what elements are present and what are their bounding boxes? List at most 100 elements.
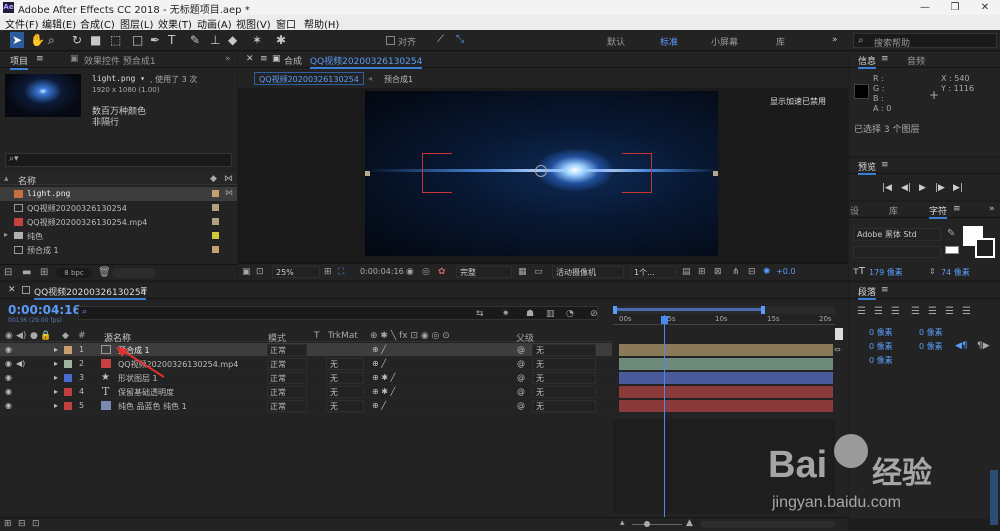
list-item[interactable]: QQ视频20200326130254.mp4	[0, 215, 237, 229]
layer-switches[interactable]: ⊕ ╱	[372, 401, 386, 410]
tab-info[interactable]: 信息	[858, 54, 877, 69]
table-row[interactable]: ◉ ▸ 1 预合成 1 正常 ⊕ ╱ @ 无	[0, 343, 612, 357]
video-switch-icon[interactable]: ◉	[5, 331, 13, 341]
rtl-direction-icon[interactable]: ¶▶	[977, 341, 990, 351]
panel-menu-icon[interactable]: ≡	[36, 54, 44, 64]
layer-handle-left[interactable]	[365, 171, 370, 176]
trkmat-dropdown[interactable]: 无	[326, 400, 364, 412]
layer-duration-bar[interactable]	[619, 372, 833, 384]
composition-canvas[interactable]	[365, 91, 718, 256]
tab-character[interactable]: 字符	[929, 204, 948, 219]
help-search-placeholder[interactable]: 搜索帮助	[874, 36, 910, 49]
expand-arrow-icon[interactable]: ▸	[54, 401, 58, 410]
parent-pickwhip-icon[interactable]: @	[517, 359, 525, 368]
blend-mode-dropdown[interactable]: 正常	[267, 400, 307, 412]
time-navigator[interactable]	[613, 306, 835, 314]
layer-switches[interactable]: ⊕ ╱	[372, 345, 386, 354]
layer-name[interactable]: 纯色 品蓝色 纯色 1	[118, 401, 187, 412]
justify-left-icon[interactable]: ☰	[911, 306, 920, 317]
justify-all-icon[interactable]: ☰	[962, 306, 971, 317]
play-button[interactable]: ▶	[919, 183, 926, 193]
menu-window[interactable]: 窗口	[276, 16, 296, 31]
parent-pickwhip-icon[interactable]: @	[517, 401, 525, 410]
sort-icon[interactable]: ▴	[4, 174, 9, 184]
trkmat-dropdown[interactable]: 无	[326, 358, 364, 370]
layer-name[interactable]: 保留基础透明度	[118, 387, 174, 398]
close-button[interactable]: ✕	[970, 0, 1000, 15]
stroke-color-swatch[interactable]	[975, 238, 995, 258]
type-column-icon[interactable]: ⋈	[224, 174, 233, 184]
trkmat-dropdown[interactable]: 无	[326, 372, 364, 384]
time-ruler[interactable]: 00s 05s 10s 15s 20s	[613, 315, 835, 325]
views-dropdown[interactable]: 1个...	[630, 266, 676, 278]
graph-editor-icon[interactable]: ⊘	[590, 309, 598, 319]
ltr-direction-icon[interactable]: ◀¶	[955, 341, 968, 351]
work-area-end-handle[interactable]	[761, 306, 765, 314]
draft-3d-icon[interactable]: ✷	[502, 309, 510, 319]
menu-animation[interactable]: 动画(A)	[197, 16, 232, 31]
comp-marker-icon[interactable]	[835, 328, 843, 340]
eraser-tool-icon[interactable]: ◆	[228, 33, 237, 47]
blend-mode-dropdown[interactable]: 正常	[267, 386, 307, 398]
monitor-icon[interactable]: ⊡	[256, 267, 264, 277]
align-left-icon[interactable]: ☰	[857, 306, 866, 317]
font-family-dropdown[interactable]: Adobe 黑体 Std	[853, 228, 941, 241]
menu-composition[interactable]: 合成(C)	[80, 16, 115, 31]
next-frame-button[interactable]: |▶	[935, 183, 945, 193]
column-name[interactable]: 名称	[18, 174, 36, 187]
workspace-more-icon[interactable]: »	[832, 35, 838, 45]
zoom-in-icon[interactable]: ▲	[686, 518, 693, 528]
tab-audio[interactable]: 音频	[907, 54, 925, 67]
viewer-timecode[interactable]: 0:00:04:16	[360, 267, 404, 276]
resolution-icon[interactable]: ⊞	[324, 267, 332, 277]
visibility-eye-icon[interactable]: ◉	[5, 373, 12, 382]
parent-dropdown[interactable]: 无	[532, 372, 596, 384]
pen-tool-icon[interactable]: ✒	[150, 33, 160, 47]
layer-switches[interactable]: ⊕ ✱ ╱	[372, 373, 395, 382]
visibility-eye-icon[interactable]: ◉	[5, 401, 12, 410]
hand-tool-icon[interactable]: ✋	[30, 33, 45, 47]
help-search-box[interactable]: ⌕ 搜索帮助	[853, 33, 997, 49]
reset-exposure-icon[interactable]: ⊟	[748, 267, 756, 277]
justify-right-icon[interactable]: ☰	[945, 306, 954, 317]
rotate-tool-icon[interactable]: ↻	[72, 33, 82, 47]
zoom-slider-handle[interactable]	[644, 521, 650, 527]
layer-switches-toggle-icon[interactable]: ⊞	[4, 519, 12, 529]
space-after-value[interactable]: 0 像素	[919, 341, 943, 352]
layer-label-swatch[interactable]	[64, 388, 72, 396]
panel-menu-icon[interactable]: ≡	[953, 204, 961, 214]
exposure-icon[interactable]: ✺	[763, 267, 771, 277]
roto-brush-tool-icon[interactable]: ✶	[252, 33, 262, 47]
expand-arrow-icon[interactable]: ▸	[4, 230, 8, 239]
tab-effects[interactable]: 设	[850, 204, 859, 217]
work-area-bar[interactable]	[615, 308, 763, 311]
label-swatch[interactable]	[212, 246, 219, 253]
motion-blur-icon[interactable]: ◔	[566, 309, 574, 319]
playhead-line[interactable]	[664, 315, 665, 517]
flowchart-icon[interactable]: ⋔	[732, 267, 740, 277]
project-search-input[interactable]: ⌕▾	[5, 153, 232, 167]
delete-icon[interactable]: 🗑	[98, 267, 111, 278]
layer-label-swatch[interactable]	[64, 402, 72, 410]
parent-dropdown[interactable]: 无	[532, 358, 596, 370]
anchor-point-icon[interactable]	[535, 165, 547, 177]
interpret-footage-icon[interactable]: ⊟	[4, 267, 12, 278]
tab-preview[interactable]: 预览	[858, 160, 877, 175]
menu-help[interactable]: 帮助(H)	[304, 16, 339, 31]
list-item[interactable]: light.png ⋈	[0, 187, 237, 201]
table-row[interactable]: ◉ ▸ 5 纯色 品蓝色 纯色 1 正常 无 ⊕ ╱ @ 无	[0, 399, 612, 413]
always-preview-icon[interactable]: ▣	[242, 267, 251, 277]
camera-tool-icon[interactable]: ■	[90, 33, 101, 47]
table-row[interactable]: ◉ ▸ 3 ★ 形状图层 1 正常 无 ⊕ ✱ ╱ @ 无	[0, 371, 612, 385]
menu-edit[interactable]: 编辑(E)	[42, 16, 76, 31]
puppet-tool-icon[interactable]: ✱	[276, 33, 286, 47]
pan-behind-tool-icon[interactable]: ⬚	[110, 33, 121, 47]
leading-value[interactable]: 74 像素	[941, 267, 970, 278]
thumbnail-scroll[interactable]	[112, 268, 156, 278]
comp-mini-flowchart-icon[interactable]: ⇆	[476, 309, 484, 319]
parent-dropdown[interactable]: 无	[532, 400, 596, 412]
in-out-toggle-icon[interactable]: ⊡	[32, 519, 40, 529]
selection-tool-icon[interactable]: ➤	[12, 33, 22, 47]
layer-label-swatch[interactable]	[64, 346, 72, 354]
list-item[interactable]: ▸ 纯色	[0, 229, 237, 243]
